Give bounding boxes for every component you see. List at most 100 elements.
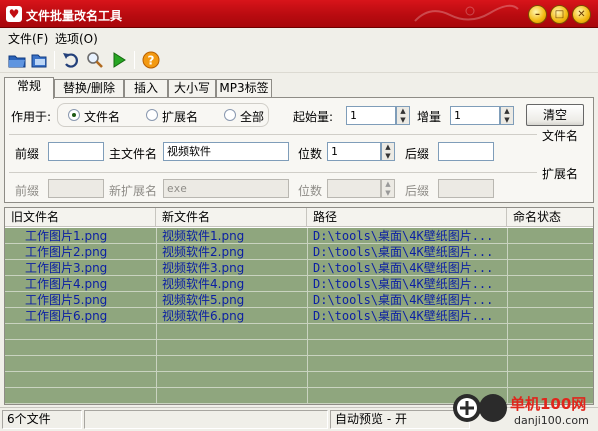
ext-suffix-label: 后缀 [405,184,430,198]
spin-down-icon[interactable]: ▼ [382,152,394,160]
ext-digits-label: 位数 [298,184,323,198]
table-row[interactable]: 工作图片1.png 视频软件1.png D:\tools\桌面\4K壁纸图片... [5,228,593,244]
section-divider [9,172,537,173]
filename-section-label: 文件名 [542,129,579,143]
radio-filename[interactable] [68,109,80,121]
table-row[interactable] [5,340,593,356]
file-list-grid[interactable]: 旧文件名 新文件名 路径 命名状态 工作图片1.png 视频软件1.png D:\t… [4,207,594,405]
status-cell [513,276,591,292]
path-cell: D:\tools\桌面\4K壁纸图片... [313,261,494,275]
maximize-button[interactable]: □ [550,5,569,24]
ext-suffix-input[interactable] [438,179,494,198]
column-header-status[interactable]: 命名状态 [507,208,593,227]
open-file-icon[interactable] [30,51,48,69]
path-cell: D:\tools\桌面\4K壁纸图片... [313,245,494,259]
status-cell [513,260,591,276]
table-row[interactable]: 工作图片3.png 视频软件3.png D:\tools\桌面\4K壁纸图片... [5,260,593,276]
svg-text:danji100.com: danji100.com [514,414,589,427]
digits-input[interactable]: 1 [327,142,381,161]
radio-extension-label[interactable]: 扩展名 [162,108,198,125]
spin-down-icon[interactable]: ▼ [397,116,409,124]
mainname-input[interactable]: 视频软件 [163,142,289,161]
close-button[interactable]: ✕ [572,5,591,24]
table-row[interactable] [5,356,593,372]
menu-options[interactable]: 选项(O) [55,30,98,47]
spin-down-icon[interactable]: ▼ [501,116,513,124]
minimize-button[interactable]: – [528,5,547,24]
svg-text:单机100网: 单机100网 [510,395,586,413]
new-name-cell: 视频软件6.png [162,309,245,323]
step-spinner[interactable]: ▲ ▼ [500,106,514,125]
auto-preview-status: 自动预览 - 开 [330,410,470,429]
apply-to-group: 文件名 扩展名 全部 [57,103,269,127]
radio-all[interactable] [224,109,236,121]
column-header-old-name[interactable]: 旧文件名 [5,208,156,227]
table-row[interactable]: 工作图片2.png 视频软件2.png D:\tools\桌面\4K壁纸图片... [5,244,593,260]
table-row[interactable] [5,324,593,340]
status-cell [513,244,591,260]
tab-insert[interactable]: 插入 [124,79,168,98]
undo-icon[interactable] [62,51,80,69]
prefix-label: 前缀 [15,147,40,161]
table-row[interactable] [5,372,593,388]
ext-digits-spinner[interactable]: ▲ ▼ [381,179,395,198]
table-row[interactable]: 工作图片5.png 视频软件5.png D:\tools\桌面\4K壁纸图片... [5,292,593,308]
step-input[interactable]: 1 [450,106,500,125]
ext-digits-input[interactable] [327,179,381,198]
column-header-path[interactable]: 路径 [307,208,507,227]
prefix-input[interactable] [48,142,104,161]
menu-file[interactable]: 文件(F) [8,30,48,47]
digits-spinner[interactable]: ▲ ▼ [381,142,395,161]
tab-case[interactable]: 大小写 [168,79,216,98]
tab-mp3-tags[interactable]: MP3标签 [216,79,272,98]
new-ext-input[interactable]: exe [163,179,289,198]
ext-prefix-label: 前缀 [15,184,40,198]
ext-prefix-input[interactable] [48,179,104,198]
radio-extension[interactable] [146,109,158,121]
spin-down-icon[interactable]: ▼ [382,189,394,197]
status-cell [513,228,591,244]
new-ext-label: 新扩展名 [109,184,158,198]
tab-replace-delete[interactable]: 替换/删除 [54,79,124,98]
old-name-cell: 工作图片6.png [25,309,108,323]
file-count-status: 6个文件 [2,410,82,429]
start-spinner[interactable]: ▲ ▼ [396,106,410,125]
mainname-label: 主文件名 [109,147,158,161]
site-watermark-logo: 单机100网 danji100.com [453,394,589,427]
spin-up-icon[interactable]: ▲ [501,107,513,115]
open-folder-icon[interactable] [8,51,26,69]
start-input[interactable]: 1 [346,106,396,125]
old-name-cell: 工作图片5.png [25,293,108,307]
toolbar-separator [134,51,135,69]
grid-header: 旧文件名 新文件名 路径 命名状态 [5,208,593,227]
run-icon[interactable] [110,51,128,69]
title-bar[interactable]: ♥ 文件批量改名工具 – □ ✕ [0,0,598,28]
apply-to-label: 作用于: [11,110,52,124]
status-cell [513,292,591,308]
section-divider [9,134,537,135]
radio-all-label[interactable]: 全部 [240,108,264,125]
tab-general[interactable]: 常规 [4,77,54,99]
app-heart-icon: ♥ [6,6,22,22]
preview-search-icon[interactable] [86,51,104,69]
suffix-input[interactable] [438,142,494,161]
toolbar-separator [54,51,55,69]
table-row[interactable]: 工作图片4.png 视频软件4.png D:\tools\桌面\4K壁纸图片... [5,276,593,292]
new-name-cell: 视频软件1.png [162,229,245,243]
table-row[interactable]: 工作图片6.png 视频软件6.png D:\tools\桌面\4K壁纸图片... [5,308,593,324]
old-name-cell: 工作图片4.png [25,277,108,291]
old-name-cell: 工作图片3.png [25,261,108,275]
help-icon[interactable]: ? [142,51,160,69]
spin-up-icon[interactable]: ▲ [397,107,409,115]
radio-filename-label[interactable]: 文件名 [84,108,120,125]
menu-bar: 文件(F) 选项(O) [0,28,598,46]
new-name-cell: 视频软件5.png [162,293,245,307]
step-label: 增量 [417,110,442,124]
column-header-new-name[interactable]: 新文件名 [156,208,307,227]
new-name-cell: 视频软件2.png [162,245,245,259]
clear-button[interactable]: 清空 [526,104,584,126]
status-cell [513,308,591,324]
spin-up-icon[interactable]: ▲ [382,143,394,151]
extension-section-label: 扩展名 [542,167,579,181]
spin-up-icon[interactable]: ▲ [382,180,394,188]
